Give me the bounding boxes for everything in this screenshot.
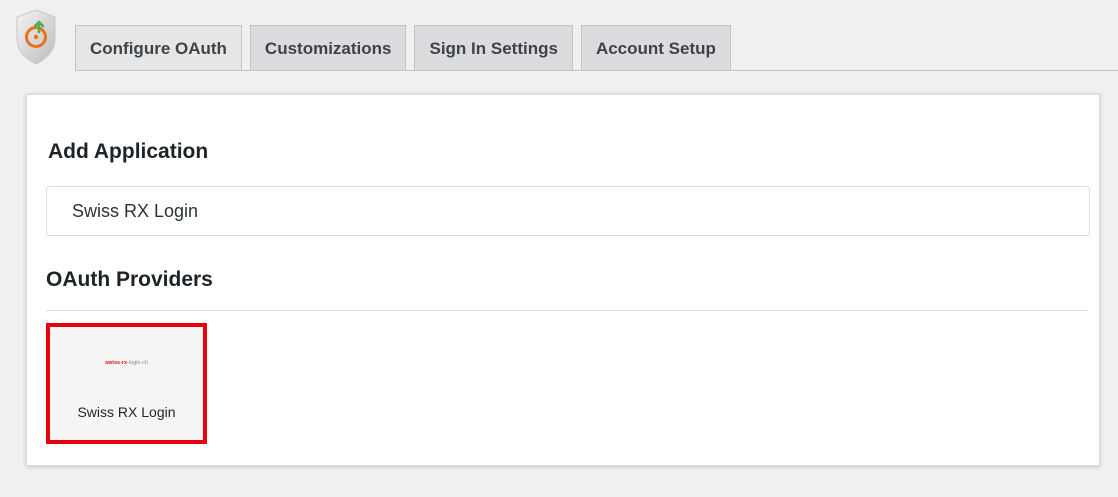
provider-name: Swiss RX Login — [77, 404, 176, 420]
application-name-input[interactable] — [46, 186, 1090, 236]
settings-tabs: Configure OAuth Customizations Sign In S… — [75, 25, 731, 71]
tab-configure-oauth[interactable]: Configure OAuth — [75, 25, 242, 71]
oauth-providers-title: OAuth Providers — [46, 268, 213, 291]
tab-customizations[interactable]: Customizations — [249, 25, 407, 71]
tab-account-setup[interactable]: Account Setup — [580, 25, 731, 71]
swiss-rx-logo: swiss-rx-login.ch — [50, 360, 203, 366]
plugin-logo-icon — [14, 8, 58, 66]
provider-card-swiss-rx-login[interactable]: swiss-rx-login.ch Swiss RX Login — [46, 323, 207, 444]
add-application-title: Add Application — [48, 140, 209, 163]
providers-divider — [46, 310, 1087, 311]
tab-sign-in-settings[interactable]: Sign In Settings — [414, 25, 573, 71]
swiss-rx-logo-domain: -login.ch — [127, 360, 148, 366]
plugin-page: Configure OAuth Customizations Sign In S… — [0, 0, 1118, 497]
swiss-rx-logo-text: swiss-rx — [105, 360, 128, 366]
tabs-divider — [75, 70, 1118, 71]
add-application-panel: Add Application OAuth Providers swiss-rx… — [26, 94, 1100, 466]
